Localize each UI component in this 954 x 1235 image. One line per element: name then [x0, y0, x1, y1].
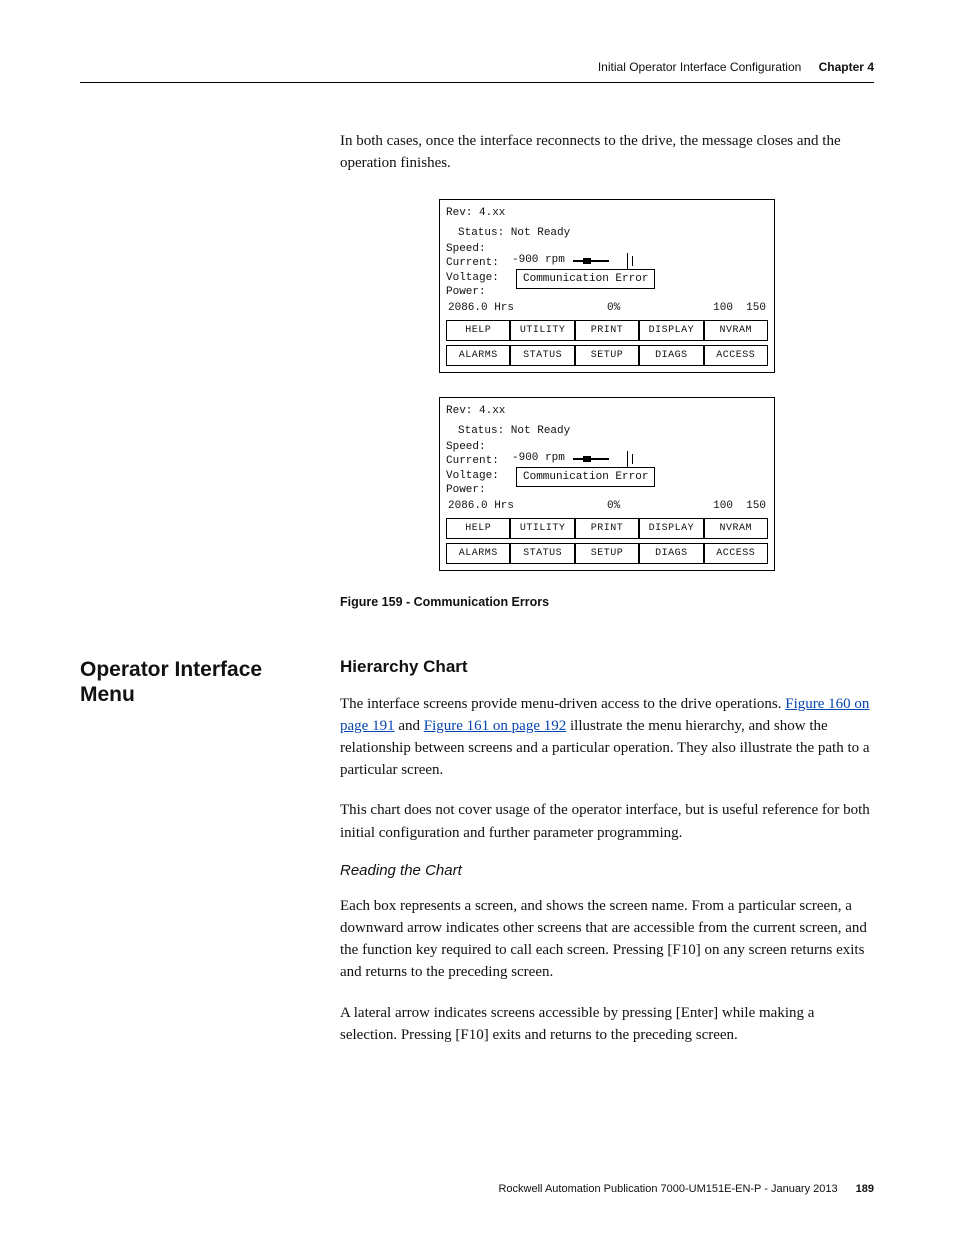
lcd-percent: 0%	[607, 499, 620, 513]
lcd-label-power: Power:	[446, 285, 512, 299]
lcd-softkeys-row1: HELP UTILITY PRINT DISPLAY NVRAM	[446, 518, 768, 539]
softkey-status[interactable]: STATUS	[510, 345, 574, 366]
lcd-softkeys-row1: HELP UTILITY PRINT DISPLAY NVRAM	[446, 320, 768, 341]
footer-page-number: 189	[856, 1183, 874, 1195]
softkey-nvram[interactable]: NVRAM	[704, 518, 768, 539]
figure-caption: Figure 159 - Communication Errors	[340, 595, 874, 609]
lcd-status: Status: Not Ready	[446, 226, 768, 240]
body-paragraph: Each box represents a screen, and shows …	[340, 895, 874, 984]
page: Initial Operator Interface Configuration…	[0, 0, 954, 1235]
body-paragraph: The interface screens provide menu-drive…	[340, 693, 874, 782]
softkey-diags[interactable]: DIAGS	[639, 543, 703, 564]
lcd-scale-150: 150	[746, 500, 766, 512]
lcd-scale-150: 150	[746, 302, 766, 314]
lcd-hours: 2086.0 Hrs	[448, 301, 514, 315]
running-head-section: Initial Operator Interface Configuration	[598, 60, 801, 74]
softkey-nvram[interactable]: NVRAM	[704, 320, 768, 341]
softkey-status[interactable]: STATUS	[510, 543, 574, 564]
section-row: Operator Interface Menu Hierarchy Chart …	[80, 657, 874, 1064]
softkey-access[interactable]: ACCESS	[704, 543, 768, 564]
softkey-print[interactable]: PRINT	[575, 320, 639, 341]
lcd-label-current: Current:	[446, 454, 512, 468]
softkey-access[interactable]: ACCESS	[704, 345, 768, 366]
lcd-rev: Rev: 4.xx	[446, 206, 768, 220]
lcd-label-voltage: Voltage:	[446, 271, 512, 285]
slider-icon	[573, 458, 609, 460]
lcd-hours: 2086.0 Hrs	[448, 499, 514, 513]
footer-publication: Rockwell Automation Publication 7000-UM1…	[498, 1183, 837, 1195]
content-column: In both cases, once the interface reconn…	[340, 131, 874, 609]
softkey-diags[interactable]: DIAGS	[639, 345, 703, 366]
lcd-scale-100: 100	[713, 302, 733, 314]
lcd-label-voltage: Voltage:	[446, 469, 512, 483]
lcd-label-current: Current:	[446, 256, 512, 270]
lcd-panel-2: Rev: 4.xx Status: Not Ready Speed: Curre…	[439, 397, 775, 571]
slider-icon	[573, 260, 609, 262]
running-head: Initial Operator Interface Configuration…	[80, 60, 874, 83]
softkey-help[interactable]: HELP	[446, 518, 510, 539]
side-heading: Operator Interface Menu	[80, 657, 340, 707]
body-paragraph: This chart does not cover usage of the o…	[340, 799, 874, 843]
softkey-setup[interactable]: SETUP	[575, 345, 639, 366]
lcd-status: Status: Not Ready	[446, 424, 768, 438]
lcd-softkeys-row2: ALARMS STATUS SETUP DIAGS ACCESS	[446, 345, 768, 366]
tick-icon	[627, 253, 628, 269]
tick-icon	[632, 256, 633, 266]
softkey-display[interactable]: DISPLAY	[639, 320, 703, 341]
lcd-comm-error-box: Communication Error	[516, 467, 655, 487]
softkey-alarms[interactable]: ALARMS	[446, 543, 510, 564]
lcd-label-power: Power:	[446, 483, 512, 497]
lcd-comm-error-box: Communication Error	[516, 269, 655, 289]
tick-icon	[627, 451, 628, 467]
softkey-utility[interactable]: UTILITY	[510, 320, 574, 341]
intro-paragraph: In both cases, once the interface reconn…	[340, 131, 874, 175]
lcd-softkeys-row2: ALARMS STATUS SETUP DIAGS ACCESS	[446, 543, 768, 564]
softkey-utility[interactable]: UTILITY	[510, 518, 574, 539]
subsection-heading: Hierarchy Chart	[340, 657, 874, 677]
softkey-help[interactable]: HELP	[446, 320, 510, 341]
footer: Rockwell Automation Publication 7000-UM1…	[80, 1183, 874, 1195]
lcd-panel-1: Rev: 4.xx Status: Not Ready Speed: Curre…	[439, 199, 775, 373]
lcd-scale-100: 100	[713, 500, 733, 512]
lcd-label-speed: Speed:	[446, 242, 512, 256]
softkey-setup[interactable]: SETUP	[575, 543, 639, 564]
xref-figure-161[interactable]: Figure 161 on page 192	[424, 718, 566, 734]
lcd-rev: Rev: 4.xx	[446, 404, 768, 418]
tick-icon	[632, 454, 633, 464]
lcd-speed-value: -900 rpm	[512, 253, 565, 267]
lcd-speed-value: -900 rpm	[512, 451, 565, 465]
lcd-label-speed: Speed:	[446, 440, 512, 454]
body-paragraph: A lateral arrow indicates screens access…	[340, 1002, 874, 1046]
softkey-print[interactable]: PRINT	[575, 518, 639, 539]
running-head-chapter: Chapter 4	[819, 60, 874, 74]
softkey-display[interactable]: DISPLAY	[639, 518, 703, 539]
sub-heading: Reading the Chart	[340, 862, 874, 879]
softkey-alarms[interactable]: ALARMS	[446, 345, 510, 366]
lcd-percent: 0%	[607, 301, 620, 315]
